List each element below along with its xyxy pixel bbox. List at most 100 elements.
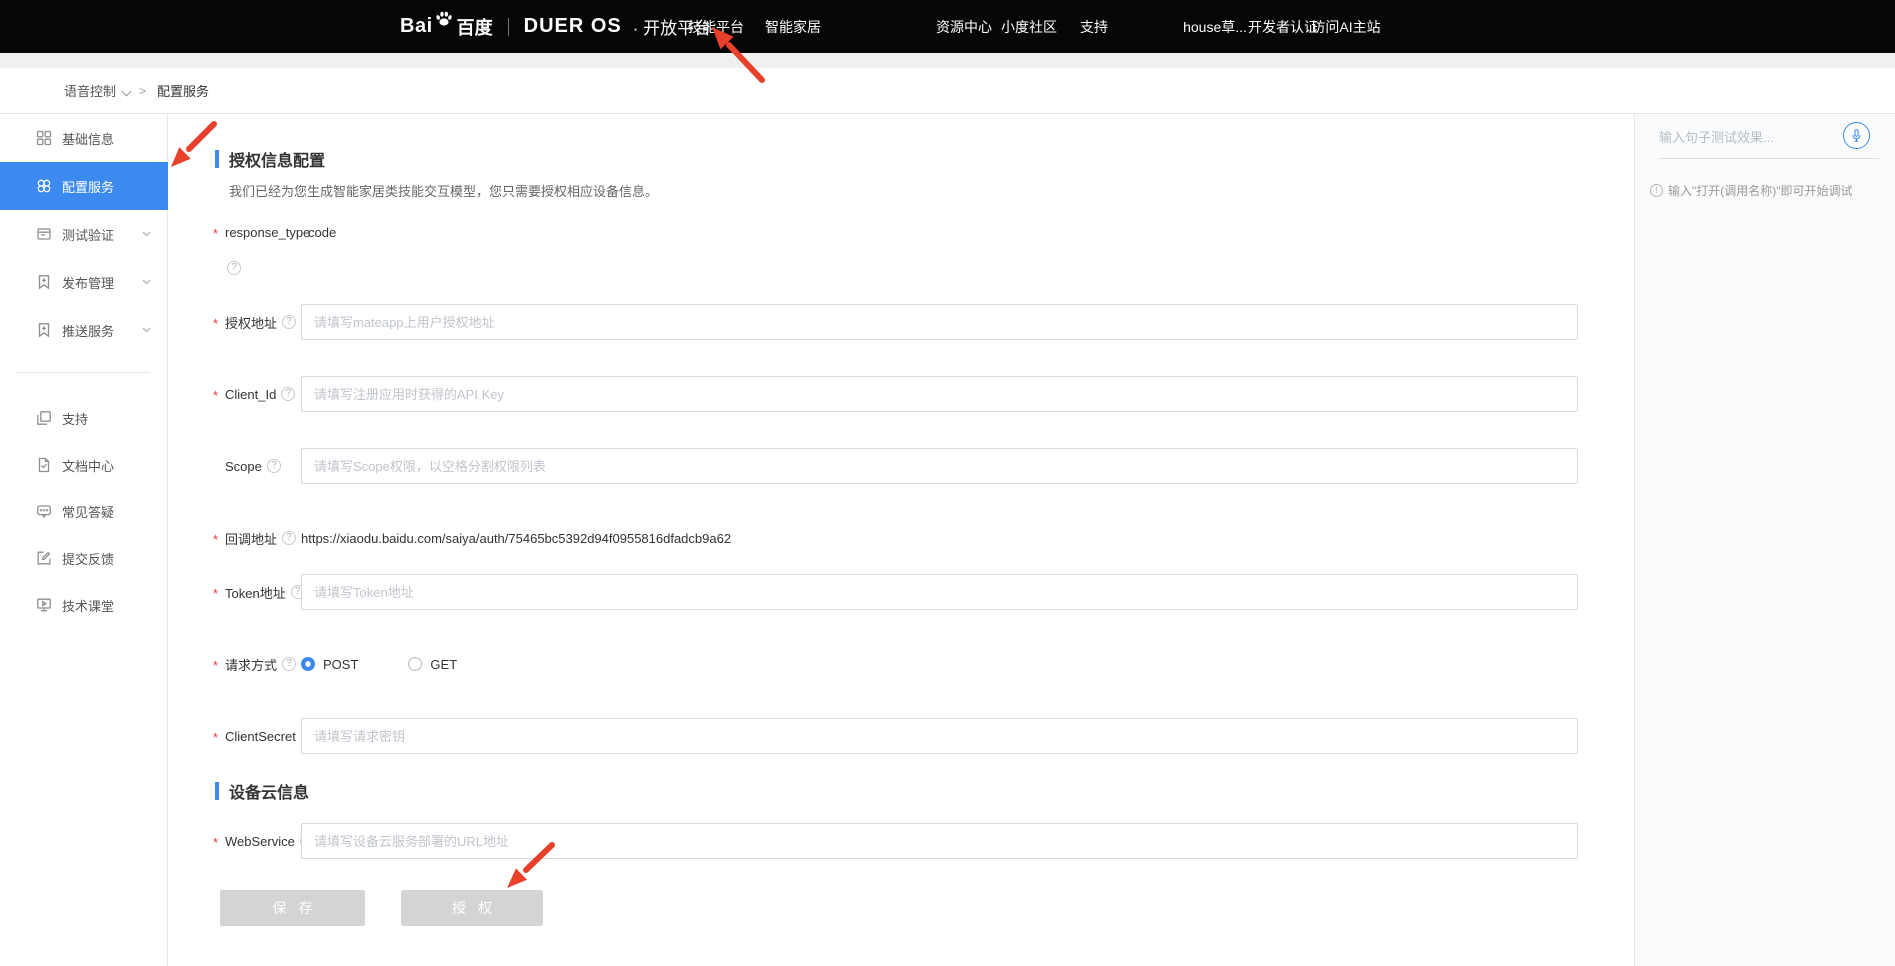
bookmark-plus-icon xyxy=(36,322,52,338)
help-icon[interactable] xyxy=(281,387,295,401)
test-tip-text: 输入"打开(调用名称)"即可开始调试 xyxy=(1668,183,1853,199)
help-icon[interactable] xyxy=(282,657,296,671)
section-accent-bar xyxy=(215,782,219,800)
input-underline xyxy=(1659,158,1879,159)
sidebar-divider xyxy=(16,372,150,373)
section-title: 设备云信息 xyxy=(229,779,309,803)
sidebar-item-label: 测试验证 xyxy=(62,225,114,244)
token-url-row: * Token地址 xyxy=(213,574,1578,610)
sidebar-link-label: 支持 xyxy=(62,409,88,428)
sidebar-link-label: 文档中心 xyxy=(62,456,114,475)
section-accent-bar xyxy=(215,150,219,168)
nav-skill-platform[interactable]: 技能平台 xyxy=(688,0,744,53)
help-icon[interactable] xyxy=(267,459,281,473)
client-secret-input[interactable] xyxy=(301,718,1578,754)
nav-resource-center[interactable]: 资源中心 xyxy=(936,0,992,53)
token-url-input[interactable] xyxy=(301,574,1578,610)
breadcrumb-separator xyxy=(139,68,146,113)
required-asterisk: * xyxy=(213,832,225,850)
token-url-label: Token地址 xyxy=(225,583,286,602)
logo-divider xyxy=(508,18,509,36)
nav-smart-home[interactable]: 智能家居 xyxy=(765,0,821,53)
nav-visit-ai-site[interactable]: 访问AI主站 xyxy=(1311,0,1380,53)
microphone-button[interactable] xyxy=(1843,122,1870,149)
required-asterisk: * xyxy=(213,385,225,403)
nav-username[interactable]: house草... xyxy=(1183,0,1247,53)
nav-xiaodu-community[interactable]: 小度社区 xyxy=(1001,0,1057,53)
baidu-dueros-logo[interactable]: Bai 百度 DUER OS · 开放平台 xyxy=(400,0,711,53)
help-icon[interactable] xyxy=(227,261,241,275)
sidebar-link-feedback[interactable]: 提交反馈 xyxy=(0,538,168,578)
response-type-row: * response_type code xyxy=(213,222,1578,242)
post-radio[interactable] xyxy=(301,657,315,671)
web-service-row: * WebService xyxy=(213,823,1578,859)
config-form-area: 授权信息配置 我们已经为您生成智能家居类技能交互模型，您只需要授权相应设备信息。… xyxy=(169,114,1634,966)
bookmark-plus-icon xyxy=(36,274,52,290)
test-sentence-input[interactable] xyxy=(1659,122,1839,152)
required-asterisk: * xyxy=(213,655,225,673)
baidu-paw-icon xyxy=(434,9,454,34)
chevron-down-icon xyxy=(142,231,151,237)
top-navbar: Bai 百度 DUER OS · 开放平台 技能平台 智能家居 资源中心 小度社… xyxy=(0,0,1895,53)
client-id-row: * Client_Id xyxy=(213,376,1578,412)
breadcrumb: 语音控制 配置服务 xyxy=(0,68,1895,114)
required-asterisk: * xyxy=(213,727,225,745)
baidu-logo-cn: 百度 xyxy=(457,14,493,40)
help-icon[interactable] xyxy=(282,531,296,545)
microphone-icon xyxy=(1849,128,1864,143)
client-secret-row: * ClientSecret xyxy=(213,718,1578,754)
post-radio-label[interactable]: POST xyxy=(323,657,358,672)
sidebar-link-faq[interactable]: 常见答疑 xyxy=(0,491,168,531)
copy-icon xyxy=(36,410,52,426)
save-button[interactable]: 保存 xyxy=(220,890,365,926)
section-device-header: 设备云信息 xyxy=(215,779,309,803)
required-asterisk: * xyxy=(213,529,225,547)
request-method-row: * 请求方式 POST GET xyxy=(213,654,1578,674)
section-auth-desc: 我们已经为您生成智能家居类技能交互模型，您只需要授权相应设备信息。 xyxy=(229,181,658,200)
help-icon[interactable] xyxy=(282,315,296,329)
client-id-label: Client_Id xyxy=(225,387,276,402)
breadcrumb-parent-label: 语音控制 xyxy=(64,81,116,100)
section-auth-header: 授权信息配置 xyxy=(215,147,325,171)
chevron-down-icon xyxy=(123,87,131,95)
chevron-down-icon xyxy=(142,279,151,285)
required-asterisk: * xyxy=(213,583,225,601)
page-background-strip xyxy=(0,53,1895,68)
sidebar-item-push-service[interactable]: 推送服务 xyxy=(0,306,168,354)
dueros-brand: DUER OS xyxy=(524,15,622,38)
response-type-value: code xyxy=(308,225,336,240)
scope-input[interactable] xyxy=(301,448,1578,484)
breadcrumb-skill-select[interactable]: 语音控制 xyxy=(64,68,131,113)
nav-support[interactable]: 支持 xyxy=(1080,0,1108,53)
request-method-label: 请求方式 xyxy=(225,655,277,674)
section-title: 授权信息配置 xyxy=(229,147,325,171)
auth-url-input[interactable] xyxy=(301,304,1578,340)
callback-url-value: https://xiaodu.baidu.com/saiya/auth/7546… xyxy=(301,531,731,546)
nav-developer-cert[interactable]: 开发者认证 xyxy=(1248,0,1318,53)
client-id-input[interactable] xyxy=(301,376,1578,412)
sidebar-item-basic-info[interactable]: 基础信息 xyxy=(0,114,168,162)
get-radio[interactable] xyxy=(408,657,422,671)
sidebar-link-label: 技术课堂 xyxy=(62,596,114,615)
sidebar-link-label: 常见答疑 xyxy=(62,502,114,521)
sidebar-item-publish-manage[interactable]: 发布管理 xyxy=(0,258,168,306)
web-service-label: WebService xyxy=(225,834,295,849)
scope-label: Scope xyxy=(225,459,262,474)
auth-url-label: 授权地址 xyxy=(225,313,277,332)
chat-dots-icon xyxy=(36,503,52,519)
sidebar-link-label: 提交反馈 xyxy=(62,549,114,568)
callback-url-row: * 回调地址 https://xiaodu.baidu.com/saiya/au… xyxy=(213,528,1578,548)
client-secret-label: ClientSecret xyxy=(225,729,296,744)
sidebar-link-support[interactable]: 支持 xyxy=(0,398,168,438)
get-radio-label[interactable]: GET xyxy=(430,657,457,672)
sidebar-link-tech-class[interactable]: 技术课堂 xyxy=(0,585,168,625)
sidebar-item-config-service[interactable]: 配置服务 xyxy=(0,162,168,210)
sidebar-item-test-verify[interactable]: 测试验证 xyxy=(0,210,168,258)
auth-url-row: * 授权地址 xyxy=(213,304,1578,340)
authorize-button[interactable]: 授权 xyxy=(401,890,543,926)
sidebar-link-doc-center[interactable]: 文档中心 xyxy=(0,445,168,485)
web-service-input[interactable] xyxy=(301,823,1578,859)
baidu-logo-text: Bai xyxy=(400,15,433,38)
scope-row: * Scope xyxy=(213,448,1578,484)
required-asterisk: * xyxy=(213,313,225,331)
